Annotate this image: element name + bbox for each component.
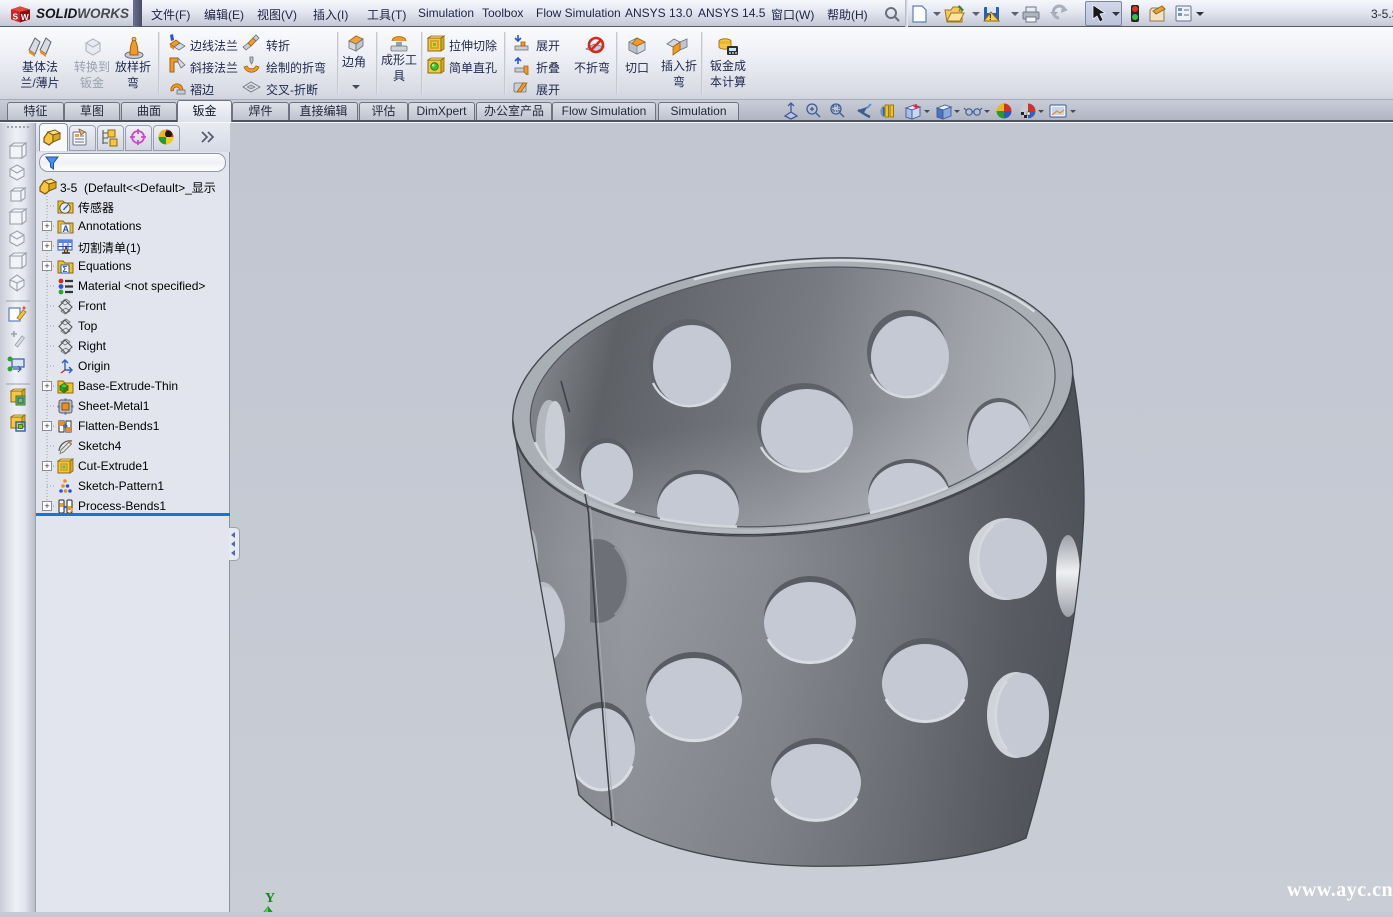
svg-text:Y: Y — [265, 891, 275, 906]
svg-text:W: W — [21, 12, 29, 22]
svg-text:A: A — [63, 224, 70, 234]
svg-text:S: S — [13, 11, 19, 21]
svg-text:!: ! — [989, 13, 992, 22]
svg-text:Σ: Σ — [63, 265, 68, 274]
